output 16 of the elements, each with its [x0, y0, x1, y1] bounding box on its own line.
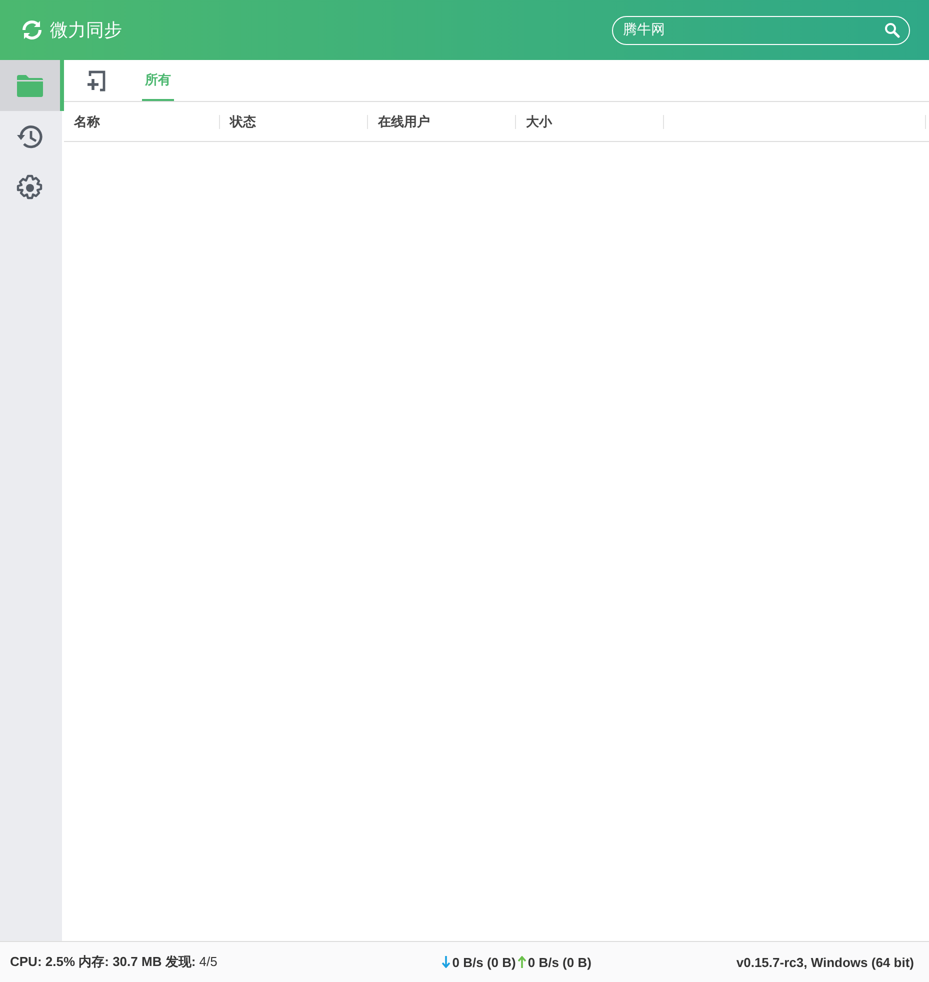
version-text: v0.15.7-rc3, Windows (64 bit) — [736, 954, 914, 970]
column-header[interactable]: 状态 — [230, 112, 256, 130]
sync-icon — [20, 18, 44, 42]
folder-icon — [17, 74, 43, 96]
settings-icon — [16, 174, 44, 202]
column-header[interactable]: 名称 — [74, 112, 100, 130]
column-header[interactable]: 在线用户 — [378, 112, 430, 130]
upload-arrow-icon — [518, 956, 526, 968]
download-rate: 0 B/s (0 B) — [452, 954, 516, 970]
system-stats: CPU: 2.5% 内存: 30.7 MB 发现: 4/5 — [10, 953, 218, 971]
search-icon[interactable] — [884, 22, 900, 38]
app-title: 微力同步 — [50, 19, 122, 42]
download-arrow-icon — [442, 956, 450, 968]
column-header[interactable]: 大小 — [526, 112, 552, 130]
history-icon — [16, 122, 44, 150]
upload-rate: 0 B/s (0 B) — [528, 954, 592, 970]
